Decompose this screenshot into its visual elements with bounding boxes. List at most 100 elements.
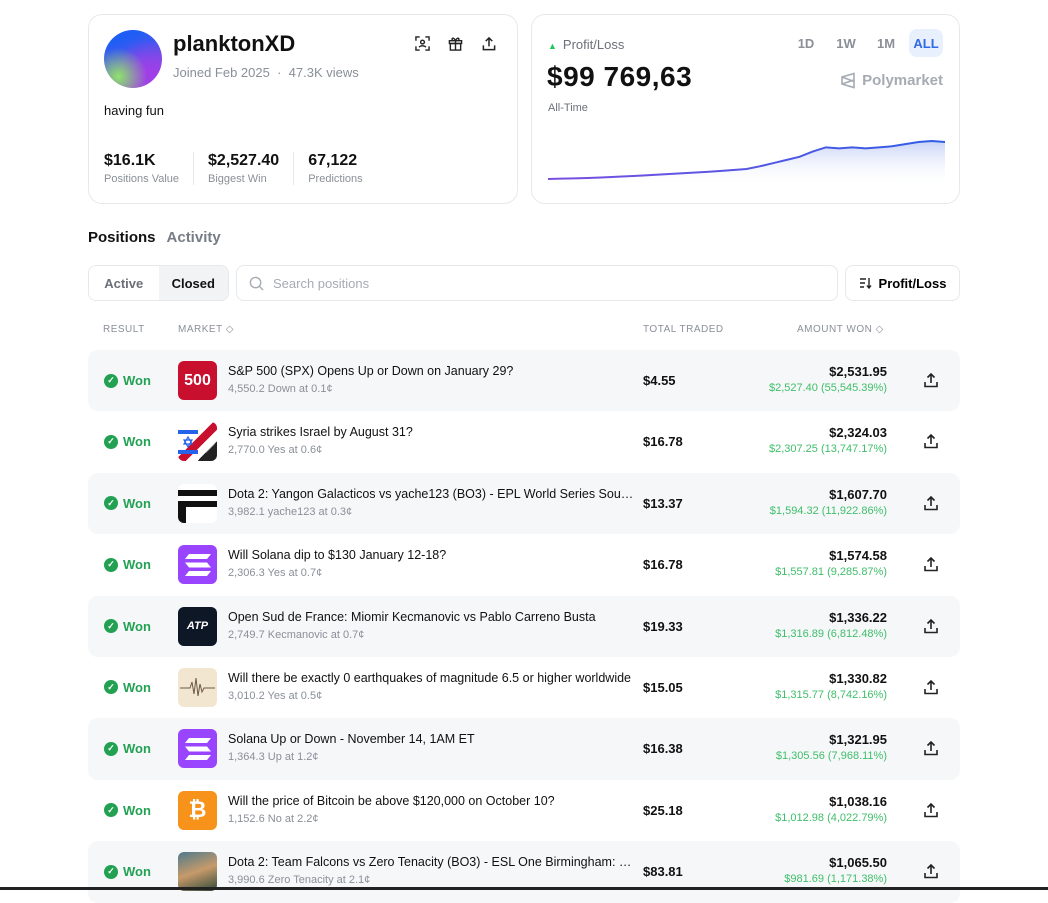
market-title[interactable]: Dota 2: Yangon Galacticos vs yache123 (B… xyxy=(228,487,636,501)
range-1w[interactable]: 1W xyxy=(829,29,863,57)
icon-text: ATP xyxy=(186,620,209,633)
table-row[interactable]: ✓ Won ATP Open Sud de France: Miomir Kecm… xyxy=(88,595,960,657)
position-detail: 3,010.2 Yes at 0.5¢ xyxy=(228,689,323,702)
profit-gain: $1,594.32 (11,922.86%) xyxy=(769,504,887,517)
position-detail: 2,749.7 Kecmanovic at 0.7¢ xyxy=(228,628,365,641)
brand-name: Polymarket xyxy=(862,72,943,89)
result-label: Won xyxy=(123,741,151,757)
table-row[interactable]: ✓ Won Will Solana dip to $130 January 12-… xyxy=(88,534,960,595)
amount-won: $1,038.16 xyxy=(829,793,887,809)
pnl-card: ▲ Profit/Loss 1D 1W 1M ALL $99 769,63 All-Ti… xyxy=(531,14,960,204)
table-row[interactable]: ✓ Won 500 S&P 500 (SPX) Opens Up or Down … xyxy=(88,350,960,412)
market-title[interactable]: Will Solana dip to $130 January 12-18? xyxy=(228,548,636,562)
pnl-label: ▲ Profit/Loss xyxy=(548,37,624,52)
check-circle-icon: ✓ xyxy=(104,741,118,756)
total-traded: $16.78 xyxy=(643,434,683,450)
market-title[interactable]: Dota 2: Team Falcons vs Zero Tenacity (B… xyxy=(228,855,636,869)
gift-icon[interactable] xyxy=(447,35,464,52)
pnl-area xyxy=(548,141,945,187)
segment-closed[interactable]: Closed xyxy=(158,266,228,300)
result-badge: ✓ Won xyxy=(104,557,151,572)
sort-button[interactable]: Profit/Loss xyxy=(845,265,960,301)
header-amount-won[interactable]: AMOUNT WON ◇ xyxy=(797,324,884,335)
profit-gain: $981.69 (1,171.38%) xyxy=(784,873,887,886)
market-icon-flags xyxy=(178,422,217,462)
position-detail: 2,770.0 Yes at 0.6¢ xyxy=(228,444,323,457)
range-all[interactable]: ALL xyxy=(909,29,943,57)
stat-positions-value: $16.1K Positions Value xyxy=(104,152,195,185)
profit-gain: $1,315.77 (8,742.16%) xyxy=(775,688,887,701)
market-title[interactable]: Solana Up or Down - November 14, 1AM ET xyxy=(228,732,636,746)
segment-active[interactable]: Active xyxy=(89,266,159,300)
result-badge: ✓ Won xyxy=(104,434,151,449)
table-row[interactable]: ✓ Won Will there be exactly 0 earthquakes… xyxy=(88,657,960,718)
check-circle-icon: ✓ xyxy=(104,680,118,695)
result-label: Won xyxy=(123,434,151,450)
table-row[interactable]: ✓ Won Syria strikes Israel by August 31? … xyxy=(88,411,960,472)
table-row[interactable]: ✓ Won Solana Up or Down - November 14, 1A… xyxy=(88,718,960,780)
result-label: Won xyxy=(123,802,151,818)
share-icon[interactable] xyxy=(924,495,938,511)
market-title[interactable]: S&P 500 (SPX) Opens Up or Down on Januar… xyxy=(228,364,636,378)
check-circle-icon: ✓ xyxy=(104,434,118,449)
table-row[interactable]: ✓ Won Dota 2: Team Falcons vs Zero Tenaci… xyxy=(88,841,960,903)
polymarket-logo: Polymarket xyxy=(840,72,943,89)
share-icon[interactable] xyxy=(924,618,938,634)
profit-gain: $1,316.89 (6,812.48%) xyxy=(775,627,887,640)
share-icon[interactable] xyxy=(924,863,938,879)
search-icon xyxy=(249,276,264,291)
profit-gain: $1,557.81 (9,285.87%) xyxy=(775,566,887,579)
total-traded: $83.81 xyxy=(643,864,683,880)
amount-won: $1,607.70 xyxy=(829,486,887,502)
profit-gain: $1,012.98 (4,022.79%) xyxy=(775,811,887,824)
share-icon[interactable] xyxy=(924,802,938,818)
search-input[interactable] xyxy=(273,275,837,291)
position-detail: 3,990.6 Zero Tenacity at 2.1¢ xyxy=(228,874,371,887)
table-row[interactable]: ✓ Won Dota 2: Yangon Galacticos vs yache1… xyxy=(88,472,960,535)
market-title[interactable]: Syria strikes Israel by August 31? xyxy=(228,425,636,439)
range-1m[interactable]: 1M xyxy=(869,29,903,57)
scan-profile-icon[interactable] xyxy=(414,35,431,52)
sort-label: Profit/Loss xyxy=(878,275,947,291)
position-detail: 1,152.6 No at 2.2¢ xyxy=(228,812,319,825)
result-label: Won xyxy=(123,864,151,880)
header-market[interactable]: MARKET ◇ xyxy=(178,324,234,335)
market-icon-atp: ATP xyxy=(178,606,217,646)
table-row[interactable]: ✓ Won ₿ Will the price of Bitcoin be abov… xyxy=(88,780,960,841)
share-icon[interactable] xyxy=(480,35,497,52)
market-title[interactable]: Open Sud de France: Miomir Kecmanovic vs… xyxy=(228,610,636,624)
share-icon[interactable] xyxy=(924,556,938,572)
amount-won: $2,324.03 xyxy=(829,425,887,441)
icon-text: 500 xyxy=(184,371,211,389)
share-icon[interactable] xyxy=(924,433,938,449)
market-title[interactable]: Will the price of Bitcoin be above $120,… xyxy=(228,794,636,808)
total-traded: $25.18 xyxy=(643,802,683,818)
check-circle-icon: ✓ xyxy=(104,864,118,879)
tab-activity[interactable]: Activity xyxy=(167,229,221,246)
amount-won: $1,321.95 xyxy=(829,732,887,748)
profit-gain: $1,305.56 (7,968.11%) xyxy=(775,750,887,763)
amount-won: $1,574.58 xyxy=(829,548,887,564)
share-icon[interactable] xyxy=(924,740,938,756)
pnl-chart xyxy=(548,139,945,187)
stat-predictions: 67,122 Predictions xyxy=(308,152,376,185)
range-1d[interactable]: 1D xyxy=(789,29,823,57)
status-segment: Active Closed xyxy=(88,265,229,301)
market-icon-bitcoin: ₿ xyxy=(178,790,217,830)
tab-positions[interactable]: Positions xyxy=(88,229,156,246)
result-label: Won xyxy=(123,495,151,511)
market-title[interactable]: Will there be exactly 0 earthquakes of m… xyxy=(228,671,636,685)
sort-toggle-icon: ◇ xyxy=(875,324,884,335)
result-label: Won xyxy=(123,557,151,573)
stat-label: Biggest Win xyxy=(208,173,267,185)
polymarket-icon xyxy=(841,72,855,89)
check-circle-icon: ✓ xyxy=(104,803,118,818)
stat-value: $16.1K xyxy=(104,152,156,169)
share-icon[interactable] xyxy=(924,679,938,695)
market-icon-sp500: 500 xyxy=(178,361,217,400)
share-icon[interactable] xyxy=(924,372,938,388)
icon-text: ₿ xyxy=(188,797,207,823)
result-badge: ✓ Won xyxy=(104,864,151,879)
market-icon-solana xyxy=(178,545,217,585)
header-market-label: MARKET xyxy=(178,324,223,335)
